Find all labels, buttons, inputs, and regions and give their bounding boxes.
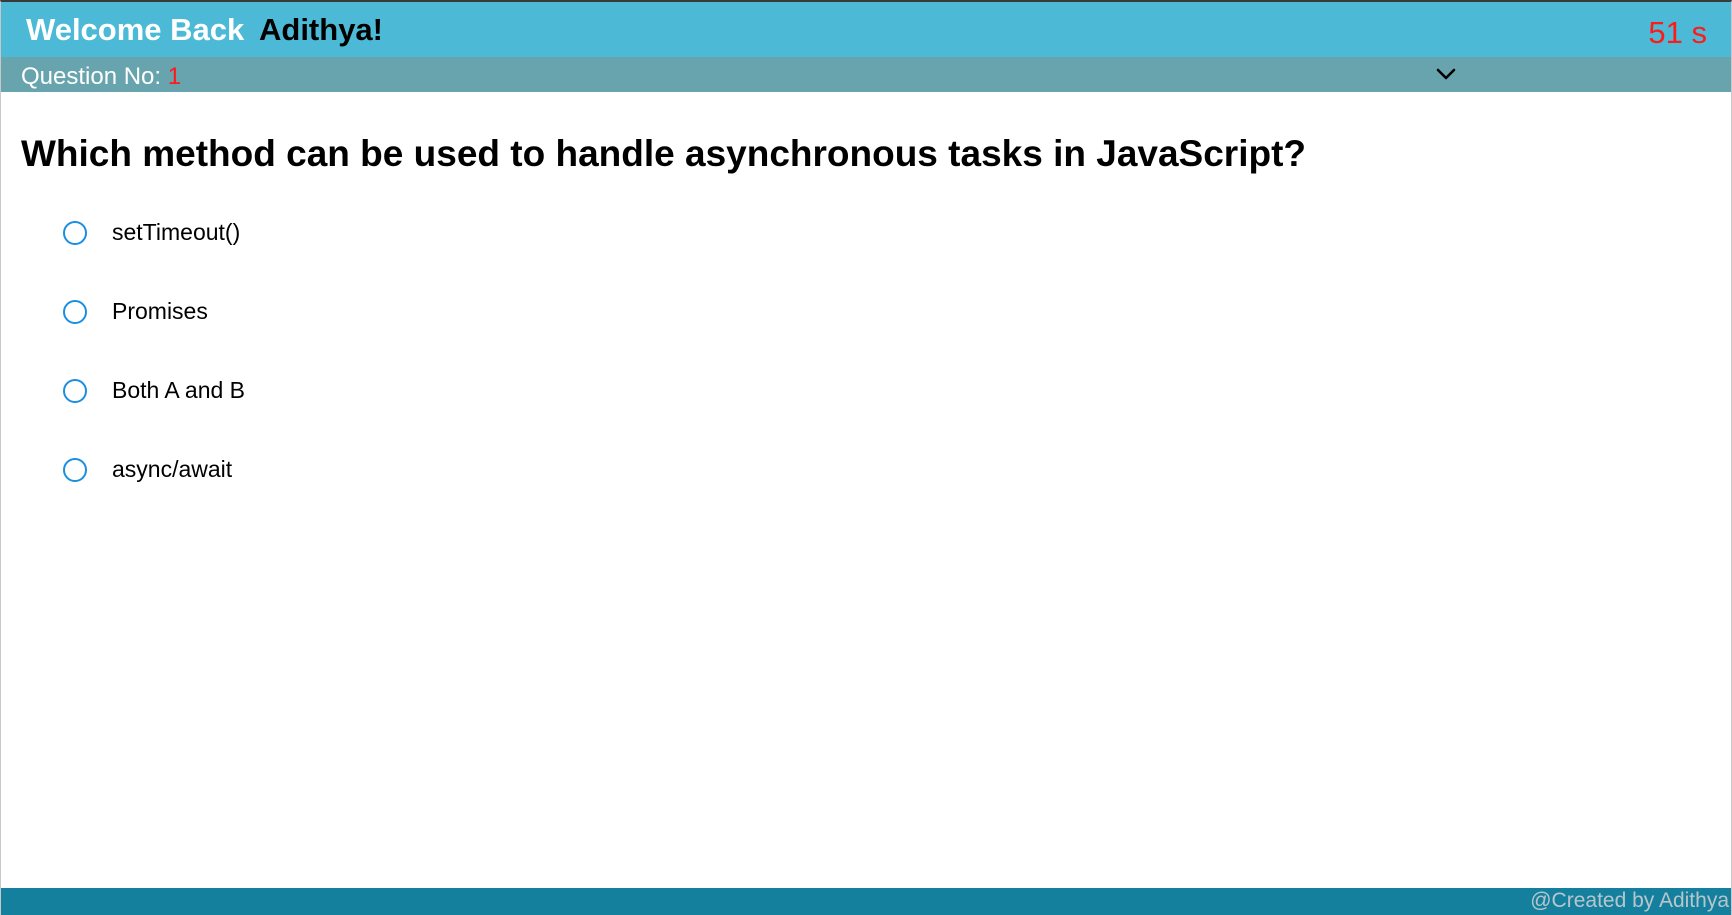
radio-button[interactable] [63, 379, 87, 403]
radio-button[interactable] [63, 221, 87, 245]
footer-credit: @Created by Adithya [1530, 889, 1729, 912]
chevron-down-icon[interactable] [1435, 65, 1457, 83]
question-number-value: 1 [167, 63, 182, 90]
countdown-timer: 51 s [1648, 15, 1707, 50]
answer-option-label: Promises [112, 298, 208, 324]
quiz-app: Welcome Back Adithya! 51 s Question No: … [0, 0, 1732, 915]
answer-option-label: Both A and B [112, 377, 246, 403]
header-bar: Welcome Back Adithya! 51 s [1, 2, 1731, 57]
question-number-bar: Question No: 1 [1, 57, 1731, 92]
question-number: Question No: 1 [21, 63, 181, 91]
question-number-label: Question No: [21, 63, 162, 90]
footer-bar: @Created by Adithya [1, 888, 1731, 915]
answer-option-label: setTimeout() [112, 219, 241, 245]
welcome-text: Welcome Back [26, 12, 245, 47]
radio-button[interactable] [63, 300, 87, 324]
question-text: Which method can be used to handle async… [21, 133, 1307, 174]
radio-button[interactable] [63, 458, 87, 482]
username: Adithya! [259, 12, 383, 47]
answer-option-label: async/await [112, 456, 233, 482]
